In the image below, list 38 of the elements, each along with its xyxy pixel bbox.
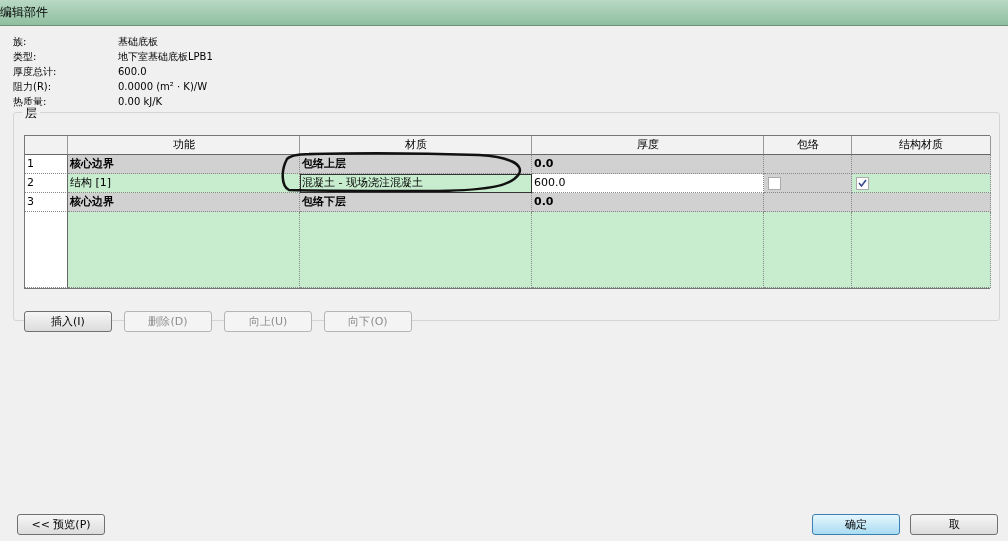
table-cell[interactable]: 包络下层 [300, 193, 532, 212]
property-value: 地下室基础底板LPB1 [118, 50, 213, 64]
property-label: 厚度总计: [13, 65, 58, 79]
ok-button[interactable]: 确定 [812, 514, 900, 535]
preview-button[interactable]: << 预览(P) [17, 514, 105, 535]
table-cell[interactable]: 核心边界 [68, 193, 300, 212]
column-header: 功能 [68, 136, 300, 155]
table-cell[interactable] [764, 212, 852, 288]
layer-button[interactable]: 插入(I) [24, 311, 112, 332]
cancel-button[interactable]: 取 [910, 514, 998, 535]
column-header: 结构材质 [852, 136, 991, 155]
property-value: 0.00 kJ/K [118, 95, 164, 109]
header-cell [25, 136, 68, 155]
row-number: 1 [25, 155, 68, 174]
row-number: 3 [25, 193, 68, 212]
table-cell[interactable]: 600.0 [532, 174, 764, 193]
checkbox[interactable] [856, 176, 869, 190]
table-cell[interactable]: 核心边界 [68, 155, 300, 174]
table-cell[interactable] [68, 212, 300, 288]
property-value: 600.0 [118, 65, 148, 79]
table-cell[interactable] [532, 212, 764, 288]
column-header: 厚度 [532, 136, 764, 155]
column-header: 包络 [764, 136, 852, 155]
group-title: 层 [22, 105, 40, 122]
property-value: 基础底板 [118, 35, 159, 49]
property-label: 类型: [13, 50, 38, 64]
table-cell[interactable] [852, 212, 991, 288]
property-value: 0.0000 (m² · K)/W [118, 80, 209, 94]
table-cell[interactable] [300, 212, 532, 288]
table-cell[interactable]: 0.0 [532, 155, 764, 174]
table-cell[interactable]: 包络上层 [300, 155, 532, 174]
row-number: 2 [25, 174, 68, 193]
table-cell[interactable]: 结构 [1] [68, 174, 300, 193]
window-title: 编辑部件 [0, 4, 48, 21]
checkbox[interactable] [768, 176, 781, 190]
property-label: 阻力(R): [13, 80, 53, 94]
table-cell[interactable]: 0.0 [532, 193, 764, 212]
property-label: 族: [13, 35, 28, 49]
